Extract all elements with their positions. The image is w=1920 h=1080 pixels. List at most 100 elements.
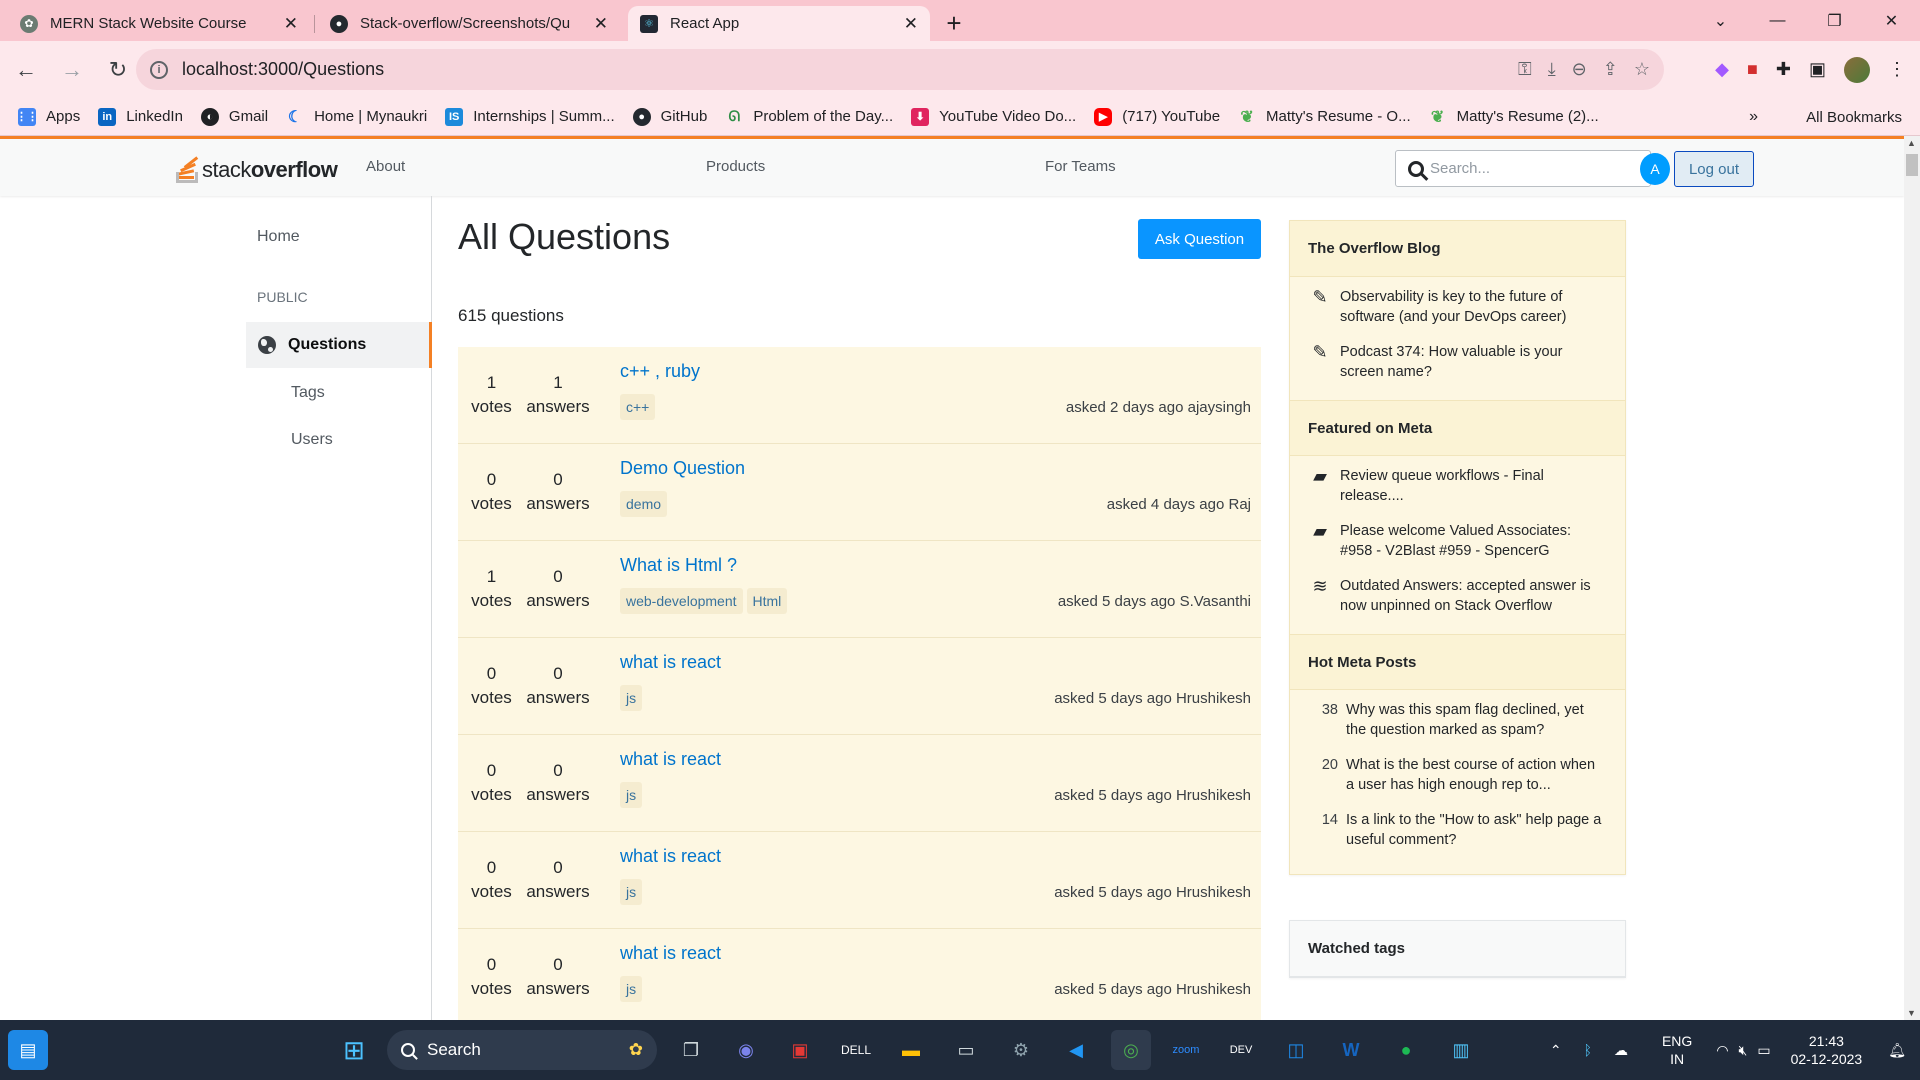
tag-chip[interactable]: js: [620, 976, 643, 1002]
dev-icon[interactable]: DEV: [1221, 1030, 1261, 1070]
blog-item[interactable]: ✎ Podcast 374: How valuable is your scree…: [1308, 342, 1607, 382]
notepad-icon[interactable]: ▥: [1441, 1030, 1481, 1070]
close-window-icon[interactable]: ✕: [1863, 6, 1920, 36]
nav-about[interactable]: About: [366, 158, 405, 175]
sidebar-item-tags[interactable]: Tags: [291, 384, 325, 402]
hot-meta-item[interactable]: 38 Why was this spam flag declined, yet t…: [1308, 700, 1607, 740]
user-avatar[interactable]: A: [1640, 153, 1670, 185]
new-tab-button[interactable]: +: [936, 5, 972, 41]
bookmark-internships[interactable]: IS Internships | Summ...: [445, 107, 615, 126]
file-explorer-icon[interactable]: ▬: [891, 1030, 931, 1070]
taskbar-search[interactable]: Search ✿: [387, 1030, 657, 1070]
scroll-down-icon[interactable]: ▼: [1907, 1008, 1916, 1018]
zoom-icon[interactable]: zoom: [1166, 1030, 1206, 1070]
back-icon[interactable]: ←: [6, 50, 46, 90]
restore-icon[interactable]: ❐: [1806, 6, 1863, 36]
tag-chip[interactable]: js: [620, 685, 643, 711]
tag-chip[interactable]: demo: [620, 491, 668, 517]
meta-item[interactable]: ▰ Review queue workflows - Final release.…: [1308, 466, 1607, 506]
wifi-icon[interactable]: ◠: [1716, 1042, 1728, 1059]
reload-icon[interactable]: ↻: [98, 50, 138, 90]
teams-chat-icon[interactable]: ◉: [726, 1030, 766, 1070]
minimize-icon[interactable]: —: [1749, 6, 1806, 36]
bookmark-youtube[interactable]: ▶ (717) YouTube: [1094, 107, 1220, 126]
scrollbar-thumb[interactable]: [1906, 154, 1918, 176]
question-title-link[interactable]: what is react: [620, 749, 721, 770]
stackoverflow-logo[interactable]: stackoverflow: [176, 151, 338, 183]
question-title-link[interactable]: c++ , ruby: [620, 361, 700, 382]
language-indicator[interactable]: ENG IN: [1662, 1032, 1692, 1068]
profile-avatar[interactable]: [1844, 56, 1870, 83]
chrome-icon[interactable]: ◎: [1111, 1030, 1151, 1070]
password-key-icon[interactable]: ⚿: [1518, 59, 1532, 80]
bookmark-youtube-downloader[interactable]: ⬇ YouTube Video Do...: [911, 107, 1076, 126]
bookmark-star-icon[interactable]: ☆: [1634, 59, 1650, 80]
sidebar-item-users[interactable]: Users: [291, 431, 333, 449]
all-bookmarks[interactable]: All Bookmarks: [1806, 98, 1902, 136]
app-red-icon[interactable]: ▣: [780, 1030, 820, 1070]
battery-icon[interactable]: ▭: [1757, 1042, 1770, 1059]
sidebar-item-questions[interactable]: Questions: [246, 322, 432, 368]
nav-products[interactable]: Products: [706, 158, 765, 175]
forward-icon[interactable]: →: [52, 50, 92, 90]
url-text[interactable]: localhost:3000/Questions: [182, 59, 384, 80]
address-bar[interactable]: i localhost:3000/Questions ⚿ ⤓ ⊖ ⇪ ☆: [136, 49, 1664, 90]
site-search-input[interactable]: Search...: [1395, 150, 1651, 187]
share-icon[interactable]: ⇪: [1603, 59, 1618, 80]
close-tab-icon[interactable]: ✕: [594, 14, 608, 34]
outlook-icon[interactable]: ◫: [1276, 1030, 1316, 1070]
puzzle-extensions-icon[interactable]: ✚: [1776, 59, 1791, 80]
tag-chip[interactable]: js: [620, 782, 643, 808]
widgets-icon[interactable]: ▤: [8, 1030, 48, 1070]
settings-gear-icon[interactable]: ⚙: [1001, 1030, 1041, 1070]
bookmark-resume-2[interactable]: ❦ Matty's Resume (2)...: [1429, 108, 1599, 126]
bookmark-mynaukri[interactable]: ☾ Home | Mynaukri: [286, 108, 427, 126]
onedrive-icon[interactable]: ☁: [1614, 1042, 1628, 1059]
bookmark-github[interactable]: ● GitHub: [632, 107, 707, 126]
hot-meta-item[interactable]: 14 Is a link to the "How to ask" help pag…: [1308, 810, 1607, 850]
ask-question-button[interactable]: Ask Question: [1138, 219, 1261, 259]
question-title-link[interactable]: what is react: [620, 652, 721, 673]
page-scrollbar[interactable]: ▲ ▼: [1904, 136, 1920, 1020]
tag-chip[interactable]: web-development: [620, 588, 743, 614]
vscode-icon[interactable]: ◀: [1056, 1030, 1096, 1070]
site-info-icon[interactable]: i: [150, 60, 168, 79]
sidebar-item-home[interactable]: Home: [257, 228, 300, 246]
extension-purple-icon[interactable]: ◆: [1715, 59, 1729, 80]
close-tab-icon[interactable]: ✕: [904, 14, 918, 34]
blog-item[interactable]: ✎ Observability is key to the future of s…: [1308, 287, 1607, 327]
taskbar-clock[interactable]: 21:43 02-12-2023: [1791, 1032, 1863, 1068]
tab-search-icon[interactable]: ⌄: [1692, 6, 1749, 36]
terminal-icon[interactable]: ▭: [946, 1030, 986, 1070]
word-icon[interactable]: W: [1331, 1030, 1371, 1070]
browser-tab[interactable]: ✿ MERN Stack Website Course ✕: [8, 6, 315, 41]
notification-bell-icon[interactable]: 🔔︎: [1888, 1042, 1906, 1059]
hot-meta-item[interactable]: 20 What is the best course of action when…: [1308, 755, 1607, 795]
question-title-link[interactable]: What is Html ?: [620, 555, 737, 576]
volume-muted-icon[interactable]: 🔇︎: [1739, 1042, 1748, 1059]
logout-button[interactable]: Log out: [1674, 151, 1754, 187]
task-view-icon[interactable]: ❐: [671, 1030, 711, 1070]
extension-red-icon[interactable]: ■: [1747, 59, 1758, 80]
spotify-icon[interactable]: ●: [1386, 1030, 1426, 1070]
meta-item[interactable]: ≋ Outdated Answers: accepted answer is no…: [1308, 576, 1607, 616]
zoom-icon[interactable]: ⊖: [1572, 59, 1587, 80]
bookmark-resume-1[interactable]: ❦ Matty's Resume - O...: [1238, 108, 1410, 126]
bookmark-gfg[interactable]: ᘏ Problem of the Day...: [725, 108, 894, 126]
nav-for-teams[interactable]: For Teams: [1045, 158, 1116, 175]
tag-chip[interactable]: Html: [746, 588, 788, 614]
dell-icon[interactable]: DELL: [836, 1030, 876, 1070]
meta-item[interactable]: ▰ Please welcome Valued Associates: #958 …: [1308, 521, 1607, 561]
question-title-link[interactable]: what is react: [620, 846, 721, 867]
browser-tab-active[interactable]: ⚛ React App ✕: [628, 6, 930, 41]
tag-chip[interactable]: js: [620, 879, 643, 905]
close-tab-icon[interactable]: ✕: [284, 14, 298, 34]
question-title-link[interactable]: Demo Question: [620, 458, 745, 479]
chrome-menu-icon[interactable]: ⋮: [1888, 59, 1906, 80]
bookmark-linkedin[interactable]: in LinkedIn: [98, 107, 183, 126]
bookmark-gmail[interactable]: ◐ Gmail: [200, 107, 268, 126]
bookmark-apps[interactable]: ⋮⋮ Apps: [16, 107, 80, 126]
scroll-up-icon[interactable]: ▲: [1907, 138, 1916, 148]
side-panel-icon[interactable]: ▣: [1809, 59, 1826, 80]
bluetooth-icon[interactable]: ᛒ: [1584, 1042, 1592, 1058]
